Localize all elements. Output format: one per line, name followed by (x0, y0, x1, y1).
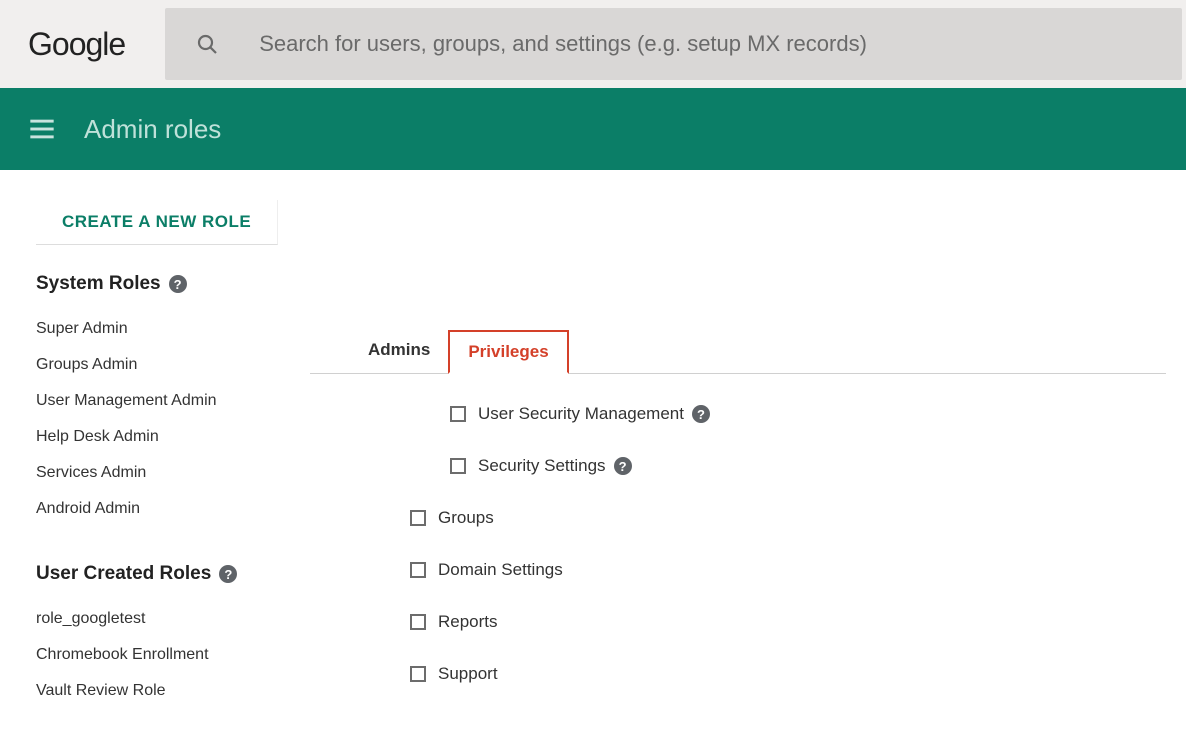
menu-icon[interactable] (28, 115, 56, 143)
privilege-security-settings: Security Settings ? (410, 456, 1166, 476)
privilege-support: Support (410, 664, 1166, 684)
privilege-domain-settings: Domain Settings (410, 560, 1166, 580)
user-roles-list: role_googletest Chromebook Enrollment Va… (36, 601, 286, 709)
privilege-user-security-management: User Security Management ? (410, 404, 1166, 424)
user-roles-heading: User Created Roles (36, 563, 211, 585)
privilege-label: Support (438, 664, 498, 684)
sidebar-item-super-admin[interactable]: Super Admin (36, 311, 286, 347)
sidebar-item-help-desk-admin[interactable]: Help Desk Admin (36, 419, 286, 455)
searchbar (165, 8, 1182, 80)
tab-admins[interactable]: Admins (350, 330, 448, 373)
sidebar-item-vault-review-role[interactable]: Vault Review Role (36, 673, 286, 709)
privilege-reports: Reports (410, 612, 1166, 632)
system-roles-list: Super Admin Groups Admin User Management… (36, 311, 286, 527)
privileges-list: User Security Management ? Security Sett… (310, 374, 1166, 684)
system-roles-heading: System Roles (36, 273, 161, 295)
content: Admins Privileges User Security Manageme… (310, 200, 1186, 745)
main: CREATE A NEW ROLE System Roles ? Super A… (0, 170, 1186, 745)
sidebar: CREATE A NEW ROLE System Roles ? Super A… (0, 200, 310, 745)
sidebar-item-android-admin[interactable]: Android Admin (36, 491, 286, 527)
search-icon (195, 32, 219, 56)
checkbox[interactable] (410, 510, 426, 526)
system-roles-header: System Roles ? (36, 273, 286, 295)
sidebar-item-user-management-admin[interactable]: User Management Admin (36, 383, 286, 419)
help-icon[interactable]: ? (692, 405, 710, 423)
help-icon[interactable]: ? (614, 457, 632, 475)
privilege-label: User Security Management (478, 404, 684, 424)
create-role-button[interactable]: CREATE A NEW ROLE (36, 200, 278, 245)
page-title: Admin roles (84, 114, 221, 145)
privilege-label: Reports (438, 612, 498, 632)
help-icon[interactable]: ? (169, 275, 187, 293)
checkbox[interactable] (410, 666, 426, 682)
privilege-label: Security Settings (478, 456, 606, 476)
checkbox[interactable] (450, 458, 466, 474)
google-logo: Google (28, 26, 125, 63)
sidebar-item-role-googletest[interactable]: role_googletest (36, 601, 286, 637)
privilege-label: Groups (438, 508, 494, 528)
tabs: Admins Privileges (310, 330, 1166, 374)
sidebar-item-chromebook-enrollment[interactable]: Chromebook Enrollment (36, 637, 286, 673)
privilege-label: Domain Settings (438, 560, 563, 580)
privilege-groups: Groups (410, 508, 1166, 528)
checkbox[interactable] (450, 406, 466, 422)
sidebar-item-services-admin[interactable]: Services Admin (36, 455, 286, 491)
search-input[interactable] (259, 31, 1152, 57)
topbar: Google (0, 0, 1186, 88)
checkbox[interactable] (410, 562, 426, 578)
user-roles-header: User Created Roles ? (36, 563, 286, 585)
help-icon[interactable]: ? (219, 565, 237, 583)
page-header: Admin roles (0, 88, 1186, 170)
checkbox[interactable] (410, 614, 426, 630)
sidebar-item-groups-admin[interactable]: Groups Admin (36, 347, 286, 383)
tab-privileges[interactable]: Privileges (448, 330, 568, 374)
